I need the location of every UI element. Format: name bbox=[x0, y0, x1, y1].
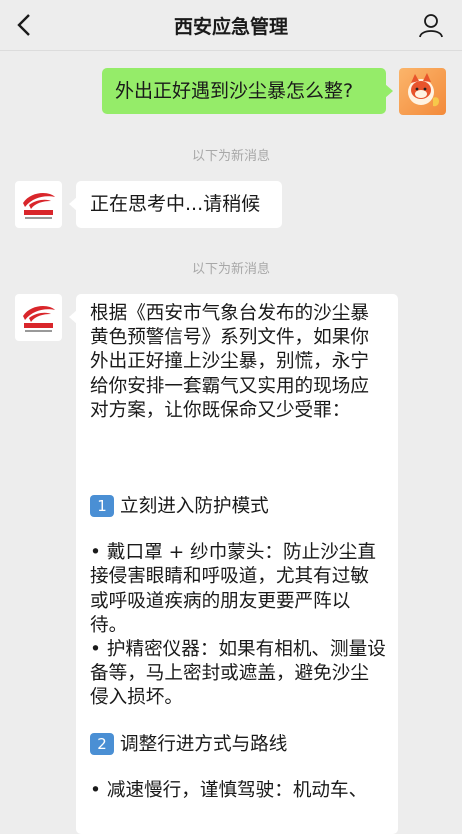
chat-title: 西安应急管理 bbox=[173, 16, 288, 38]
section-title: 立刻进入防护模式 bbox=[120, 496, 269, 518]
number-two-badge: 2 bbox=[90, 732, 114, 755]
answer-bullet: • 戴口罩 + 纱巾蒙头：防止沙尘直接侵害眼睛和呼吸道，尤其有过敏或呼吸道疾病的… bbox=[90, 542, 376, 636]
section-heading: 1 立刻进入防护模式 bbox=[90, 495, 386, 519]
answer-bullet: • 护精密仪器：如果有相机、测量设备等，马上密封或遮盖，避免沙尘侵入损坏。 bbox=[90, 639, 386, 709]
xian-emergency-logo-icon bbox=[23, 306, 55, 332]
fox-avatar-icon bbox=[408, 73, 439, 107]
number-one-badge: 1 bbox=[90, 495, 114, 518]
user-avatar[interactable] bbox=[399, 68, 446, 115]
section-heading: 2 调整行进方式与路线 bbox=[90, 732, 386, 757]
bot-avatar[interactable] bbox=[15, 181, 62, 228]
new-messages-divider: 以下为新消息 bbox=[191, 149, 270, 164]
section-title: 调整行进方式与路线 bbox=[120, 733, 288, 755]
answer-message-bubble[interactable]: 根据《西安市气象台发布的沙尘暴黄色预警信号》系列文件，如果你外出正好撞上沙尘暴，… bbox=[69, 294, 398, 834]
answer-intro: 根据《西安市气象台发布的沙尘暴黄色预警信号》系列文件，如果你外出正好撞上沙尘暴，… bbox=[90, 303, 369, 421]
person-icon[interactable] bbox=[418, 12, 444, 38]
xian-emergency-logo-icon bbox=[23, 193, 55, 219]
answer-bullet: • 减速慢行，谨慎驾驶：机动车、 bbox=[90, 779, 368, 801]
bot-avatar[interactable] bbox=[15, 294, 62, 341]
thinking-message-bubble[interactable]: 正在思考中...请稍候 bbox=[69, 181, 282, 228]
new-messages-divider: 以下为新消息 bbox=[191, 262, 270, 277]
user-message-bubble[interactable]: 外出正好遇到沙尘暴怎么整? bbox=[102, 68, 393, 114]
chat-header: 西安应急管理 bbox=[0, 0, 462, 51]
